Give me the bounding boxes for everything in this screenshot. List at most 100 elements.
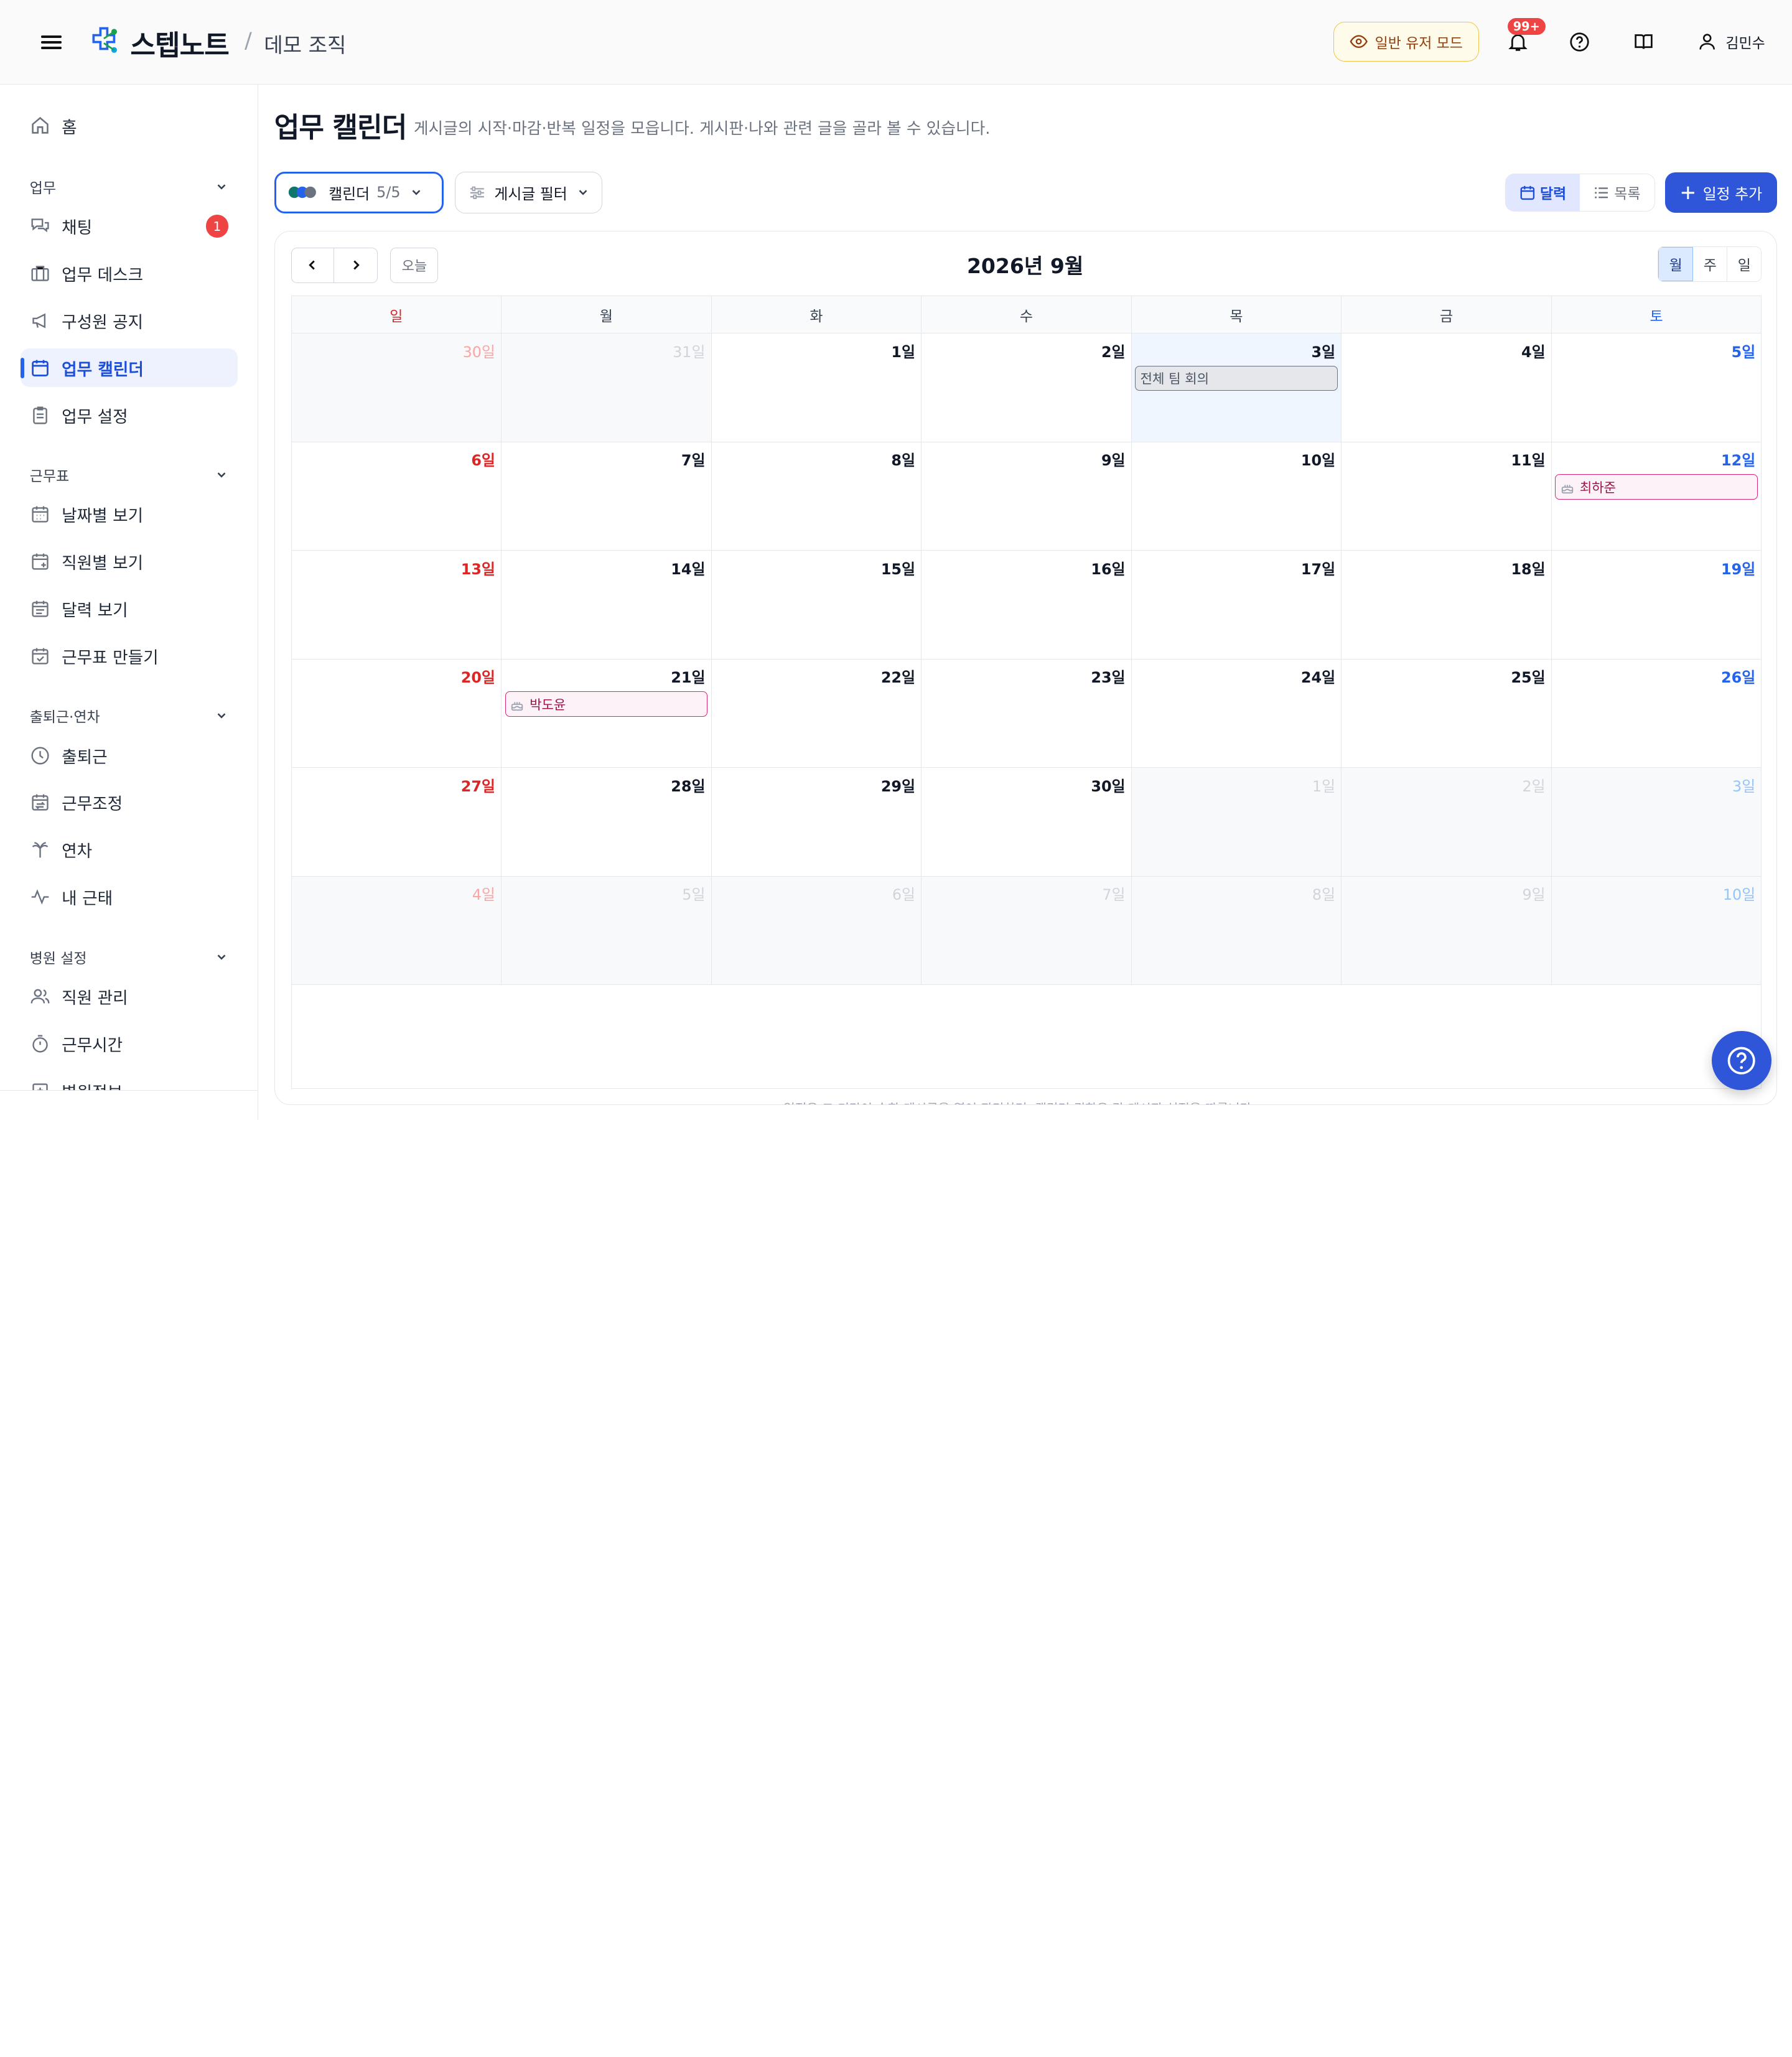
sidebar-item-activity[interactable]: 내 근태 (21, 877, 238, 916)
calendar-day-cell[interactable]: 13일 (292, 551, 502, 659)
calendar-day-cell[interactable]: 16일 (922, 551, 1132, 659)
sidebar-section-header[interactable]: 출퇴근·연차 (30, 705, 229, 726)
range-week-button[interactable]: 주 (1693, 246, 1728, 281)
meeting-event[interactable]: 전체 팀 회의 (1135, 365, 1338, 391)
calendar-day-cell[interactable]: 5일 (502, 876, 712, 985)
calendar-day-cell[interactable]: 11일 (1342, 442, 1552, 551)
calendar-day-cell[interactable]: 10일 (1551, 876, 1762, 985)
sidebar-footer (0, 1090, 258, 1120)
calendar-day-cell[interactable]: 1일 (1131, 768, 1342, 876)
calendar-filter-dropdown[interactable]: 캘린더 5/5 (274, 171, 444, 214)
day-number: 28일 (671, 777, 706, 795)
user-mode-button[interactable]: 일반 유저 모드 (1333, 21, 1479, 62)
calendar-filter-label: 캘린더 (329, 185, 370, 203)
sidebar-section-header[interactable]: 병원 설정 (30, 946, 229, 968)
sidebar-item-users[interactable]: 직원 관리 (21, 977, 238, 1015)
sidebar-item-label: 근무조정 (62, 795, 123, 814)
day-number: 10일 (1300, 452, 1336, 470)
sidebar-item-palm-tree[interactable]: 연차 (21, 831, 238, 869)
calendar-day-cell[interactable]: 20일 (292, 659, 502, 768)
brand-name[interactable]: 스텝노트 (130, 23, 229, 63)
calendar-day-cell[interactable]: 30일 (291, 334, 502, 442)
month-view-button[interactable]: 달력 (1505, 174, 1580, 211)
post-filter-dropdown[interactable]: 게시글 필터 (455, 171, 602, 214)
calendar-day-cell[interactable]: 29일 (712, 768, 922, 876)
day-number: 4일 (1521, 343, 1546, 361)
calendar-day-cell[interactable]: 4일 (291, 876, 502, 985)
month-view-label: 달력 (1539, 186, 1567, 203)
range-month-button[interactable]: 월 (1658, 246, 1694, 281)
calendar-day-cell[interactable]: 24일 (1132, 659, 1342, 768)
guide-button[interactable] (1630, 29, 1657, 56)
calendar-day-cell[interactable]: 28일 (502, 768, 712, 876)
calendar-day-cell[interactable]: 12일 최하준 (1552, 442, 1762, 550)
calendar-day-cell[interactable]: 6일 (292, 442, 502, 551)
calendar-day-cell[interactable]: 19일 (1552, 551, 1762, 658)
menu-icon[interactable] (41, 32, 62, 52)
sidebar-section-header[interactable]: 업무 (30, 176, 229, 197)
help-button[interactable] (1566, 29, 1593, 56)
sidebar-item-label: 달력 보기 (62, 600, 128, 620)
calendar-day-cell[interactable]: 3일 전체 팀 회의 (1131, 334, 1342, 442)
sidebar-item-calendar[interactable]: 업무 캘린더 (21, 348, 238, 388)
sidebar-item-desk[interactable]: 업무 데스크 (21, 254, 238, 292)
range-day-button[interactable]: 일 (1727, 247, 1761, 281)
calendar-day-cell[interactable]: 3일 (1551, 768, 1762, 876)
sidebar-item-calendar-grid[interactable]: 날짜별 보기 (21, 495, 238, 533)
today-button[interactable]: 오늘 (390, 247, 439, 283)
sidebar-item-clock[interactable]: 출퇴근 (21, 736, 238, 775)
sidebar-item-home[interactable]: 홈 (21, 106, 238, 145)
prev-month-button[interactable] (291, 247, 335, 283)
calendar-day-cell[interactable]: 26일 (1552, 660, 1762, 767)
calendar-day-cell[interactable]: 10일 (1132, 442, 1342, 551)
sidebar-item-calendar-swap[interactable]: 근무조정 (21, 783, 238, 822)
sidebar-item-label: 업무 캘린더 (62, 360, 144, 380)
day-number: 30일 (1091, 777, 1126, 795)
calendar-day-cell[interactable]: 5일 (1552, 334, 1762, 441)
calendar-day-cell[interactable]: 8일 (712, 442, 922, 551)
sidebar-item-timer[interactable]: 근무시간 (21, 1024, 238, 1063)
sidebar-item-calendar-check[interactable]: 근무표 만들기 (21, 637, 238, 675)
calendar-day-cell[interactable]: 8일 (1131, 876, 1342, 985)
logo-icon (92, 27, 118, 54)
birthday-event[interactable]: 박도윤 (505, 691, 708, 717)
sidebar-item-clipboard[interactable]: 업무 설정 (21, 396, 238, 434)
sidebar-item-label: 내 근태 (62, 889, 113, 909)
calendar-day-cell[interactable]: 23일 (922, 659, 1132, 768)
list-view-button[interactable]: 목록 (1580, 174, 1654, 211)
calendar-day-cell[interactable]: 21일 박도윤 (502, 659, 712, 768)
org-name[interactable]: 데모 조직 (264, 29, 346, 58)
calendar-day-cell[interactable]: 7일 (502, 442, 712, 551)
calendar-day-cell[interactable]: 18일 (1342, 551, 1552, 659)
calendar-day-cell[interactable]: 30일 (922, 768, 1132, 876)
calendar-day-cell[interactable]: 4일 (1342, 334, 1552, 442)
sidebar-section-header[interactable]: 근무표 (30, 464, 229, 485)
sidebar-item-megaphone[interactable]: 구성원 공지 (21, 301, 238, 340)
help-fab[interactable] (1712, 1030, 1771, 1091)
user-menu[interactable]: 김민수 (1698, 31, 1765, 52)
calendar-day-cell[interactable]: 17일 (1132, 551, 1342, 659)
day-number: 16일 (1091, 560, 1126, 578)
sidebar-item-calendar-list[interactable]: 달력 보기 (21, 589, 238, 628)
sidebar-item-calendar-plus[interactable]: 직원별 보기 (21, 542, 238, 581)
calendar-day-cell[interactable]: 25일 (1342, 659, 1552, 768)
add-event-button[interactable]: 일정 추가 (1665, 172, 1778, 213)
sidebar-section-title: 업무 (29, 180, 56, 197)
sidebar-item-chat[interactable]: 채팅 1 (21, 207, 238, 245)
calendar-day-cell[interactable]: 9일 (922, 442, 1132, 551)
timer-icon (32, 1035, 48, 1053)
birthday-event[interactable]: 최하준 (1555, 474, 1758, 500)
next-month-button[interactable] (334, 247, 378, 283)
calendar-day-cell[interactable]: 22일 (712, 659, 922, 768)
calendar-day-cell[interactable]: 2일 (922, 334, 1132, 442)
calendar-day-cell[interactable]: 9일 (1342, 876, 1552, 985)
calendar-day-cell[interactable]: 6일 (711, 876, 922, 985)
calendar-day-cell[interactable]: 1일 (712, 334, 922, 442)
day-number: 5일 (1731, 343, 1756, 361)
calendar-day-cell[interactable]: 2일 (1342, 768, 1552, 876)
calendar-day-cell[interactable]: 14일 (502, 551, 712, 659)
calendar-day-cell[interactable]: 31일 (502, 334, 712, 442)
calendar-day-cell[interactable]: 7일 (922, 876, 1132, 985)
calendar-day-cell[interactable]: 15일 (712, 551, 922, 659)
calendar-day-cell[interactable]: 27일 (292, 768, 502, 876)
